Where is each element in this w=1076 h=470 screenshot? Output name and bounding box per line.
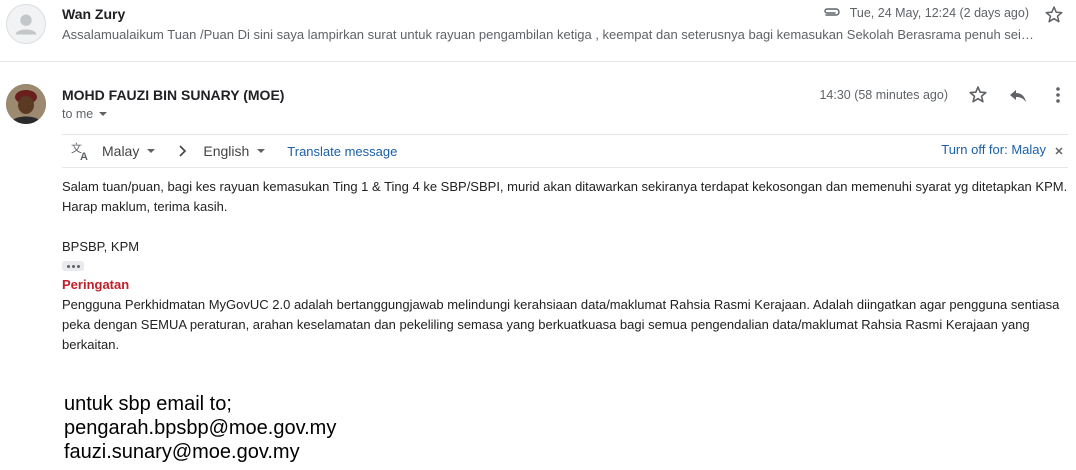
chevron-right-icon bbox=[175, 144, 189, 158]
target-language-label: English bbox=[203, 143, 250, 159]
body-paragraph: Salam tuan/puan, bagi kes rayuan kemasuk… bbox=[62, 179, 1068, 214]
more-vert-icon[interactable] bbox=[1046, 83, 1070, 107]
translate-bar: 文 A Malay English Translate message Turn… bbox=[62, 134, 1068, 168]
previous-message-meta: Tue, 24 May, 12:24 (2 days ago) bbox=[822, 6, 1029, 20]
reply-icon[interactable] bbox=[1006, 83, 1030, 107]
previous-message-date: Tue, 24 May, 12:24 (2 days ago) bbox=[849, 6, 1029, 20]
star-icon[interactable] bbox=[966, 83, 990, 107]
recipient-toggle[interactable]: to me bbox=[62, 107, 108, 121]
close-icon[interactable] bbox=[1052, 144, 1066, 158]
star-icon[interactable] bbox=[1042, 3, 1066, 27]
turn-off-translation-link[interactable]: Turn off for: Malay bbox=[941, 142, 1046, 157]
translate-message-link[interactable]: Translate message bbox=[287, 144, 397, 159]
svg-text:A: A bbox=[80, 151, 88, 162]
note-email: pengarah.bpsbp@moe.gov.my bbox=[64, 417, 337, 439]
target-language-select[interactable]: English bbox=[203, 143, 266, 159]
note-line: untuk sbp email to; bbox=[64, 393, 232, 415]
caret-down-icon bbox=[99, 112, 108, 116]
show-trimmed-content-button[interactable] bbox=[62, 261, 84, 271]
previous-sender-name: Wan Zury bbox=[62, 6, 126, 22]
sender-name: MOHD FAUZI BIN SUNARY (MOE) bbox=[62, 87, 285, 103]
signature: BPSBP, KPM bbox=[62, 239, 140, 254]
message-time: 14:30 (58 minutes ago) bbox=[819, 88, 948, 102]
caret-down-icon bbox=[147, 149, 156, 153]
warning-text: Pengguna Perkhidmatan MyGovUC 2.0 adalah… bbox=[62, 297, 1060, 352]
warning-title: Peringatan bbox=[62, 277, 130, 292]
recipient-label: to me bbox=[62, 107, 94, 121]
note-email: fauzi.sunary@moe.gov.my bbox=[64, 441, 300, 463]
previous-message-row[interactable]: Wan Zury Assalamualaikum Tuan /Puan Di s… bbox=[0, 0, 1076, 62]
paperclip-icon bbox=[822, 6, 842, 20]
translate-icon: 文 A bbox=[70, 140, 92, 163]
annotation-note: untuk sbp email to; pengarah.bpsbp@moe.g… bbox=[64, 392, 336, 464]
default-avatar-icon bbox=[6, 4, 46, 44]
caret-down-icon bbox=[257, 149, 266, 153]
source-language-label: Malay bbox=[102, 143, 140, 159]
source-language-select[interactable]: Malay bbox=[102, 143, 156, 159]
previous-message-snippet: Assalamualaikum Tuan /Puan Di sini saya … bbox=[62, 27, 1034, 42]
sender-avatar[interactable] bbox=[6, 84, 46, 124]
message-body: Salam tuan/puan, bagi kes rayuan kemasuk… bbox=[62, 174, 1072, 355]
